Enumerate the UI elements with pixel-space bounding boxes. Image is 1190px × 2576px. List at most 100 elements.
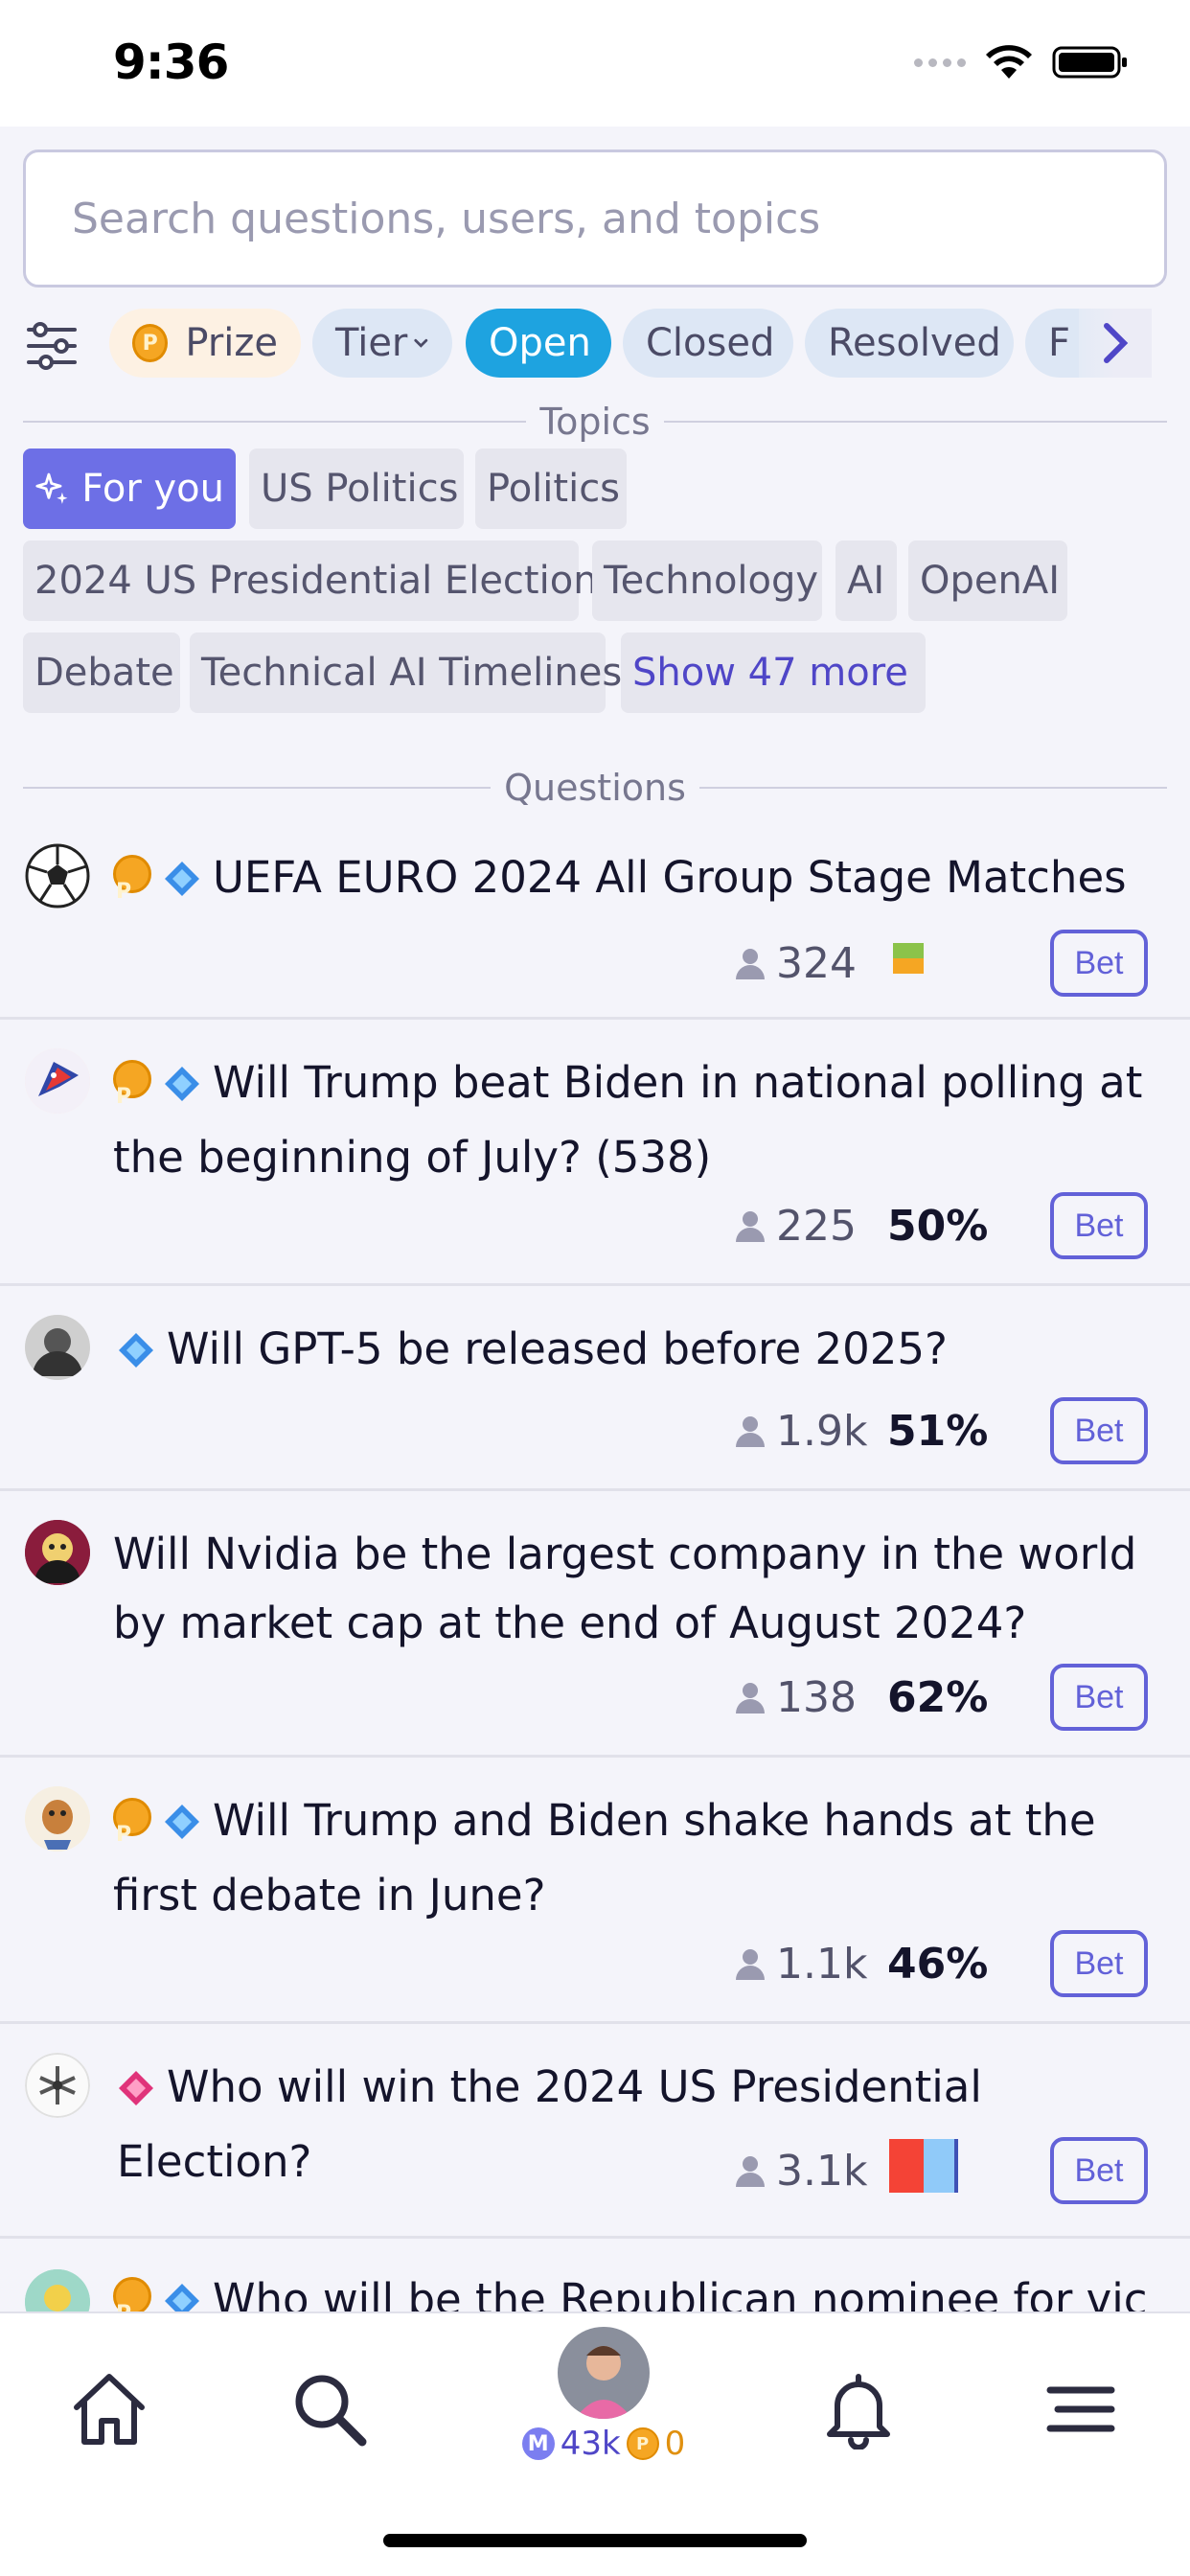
question-meta: 3.1k Bet [734, 2137, 1148, 2204]
topic-openai[interactable]: OpenAI [908, 540, 1067, 621]
question-title[interactable]: Will Nvidia be the largest company in th… [113, 1520, 1148, 1658]
question-meta: 1.9k 51% Bet [734, 1397, 1148, 1464]
nav-menu[interactable] [1033, 2361, 1129, 2457]
topic-us-politics[interactable]: US Politics [249, 448, 464, 529]
bet-button[interactable]: Bet [1050, 1192, 1148, 1259]
topic-2024-election[interactable]: 2024 US Presidential Election [23, 540, 598, 621]
question-row[interactable]: P Will Trump and Biden shake hands at the… [0, 1758, 1190, 2024]
multi-outcome-bar [887, 2137, 1041, 2205]
chevron-down-icon [414, 338, 428, 348]
trader-count: 1.1k [734, 1940, 887, 1989]
filter-chip-tier[interactable]: Tier [312, 309, 452, 378]
user-icon [736, 1416, 765, 1447]
question-title[interactable]: P UEFA EURO 2024 All Group Stage Matches [113, 843, 1148, 918]
bet-button[interactable]: Bet [1050, 1397, 1148, 1464]
trader-count: 225 [734, 1202, 887, 1251]
probability: 50% [887, 1201, 989, 1251]
trader-count: 138 [734, 1673, 887, 1722]
topic-technology[interactable]: Technology [592, 540, 822, 621]
user-icon [736, 1683, 765, 1714]
diamond-icon [163, 1792, 201, 1861]
question-row[interactable]: Who will win the 2024 US Presidential El… [0, 2024, 1190, 2239]
flag-avatar [25, 1048, 90, 1114]
filter-chip-resolved[interactable]: Resolved [805, 309, 1014, 378]
probability: 51% [887, 1406, 989, 1456]
user-avatar [25, 1520, 90, 1585]
topics-divider: Topics [23, 401, 1167, 443]
topic-politics[interactable]: Politics [475, 448, 627, 529]
probability: 46% [887, 1939, 989, 1989]
bet-button[interactable]: Bet [1050, 1930, 1148, 1997]
nav-home[interactable] [61, 2361, 157, 2457]
home-icon [74, 2374, 145, 2445]
filter-chip-closed[interactable]: Closed [623, 309, 793, 378]
prize-coin-icon: P [113, 855, 151, 904]
prize-coin-icon: P [113, 2277, 151, 2326]
question-meta: 324 Bet [734, 930, 1148, 997]
home-indicator [383, 2534, 807, 2547]
bet-button[interactable]: Bet [1050, 1664, 1148, 1731]
question-title[interactable]: P Will Trump beat Biden in national polli… [113, 1048, 1148, 1192]
cash-balance: 0 [664, 2425, 686, 2463]
filter-chip-open[interactable]: Open [466, 309, 611, 378]
balances: M 43k P 0 [489, 2425, 719, 2463]
bell-icon [827, 2374, 890, 2450]
question-title[interactable]: P Will Trump and Biden shake hands at the… [113, 1786, 1148, 1930]
trader-count: 324 [734, 939, 887, 988]
bet-button[interactable]: Bet [1050, 2137, 1148, 2204]
scroll-right-button[interactable] [1079, 309, 1152, 378]
search-icon [295, 2375, 367, 2447]
multi-outcome-bar [887, 939, 1041, 988]
diamond-icon [117, 1321, 155, 1390]
user-icon [736, 1211, 765, 1242]
prize-coin-icon: P [132, 324, 169, 362]
question-row[interactable]: Will Nvidia be the largest company in th… [0, 1491, 1190, 1758]
topic-debate[interactable]: Debate [23, 632, 180, 713]
prize-coin-icon: P [113, 1798, 151, 1847]
question-meta: 1.1k 46% Bet [734, 1930, 1148, 1997]
question-title[interactable]: Will GPT-5 be released before 2025? [117, 1315, 1148, 1390]
topic-ai[interactable]: AI [835, 540, 897, 621]
nav-notifications[interactable] [811, 2361, 906, 2457]
status-time: 9:36 [113, 34, 229, 90]
prize-coin-icon: P [113, 1060, 151, 1109]
nav-profile[interactable]: M 43k P 0 [489, 2327, 719, 2463]
probability: 62% [887, 1672, 989, 1722]
user-avatar [25, 2053, 90, 2118]
battery-icon [1052, 46, 1127, 79]
topics-heading: Topics [539, 401, 651, 443]
topic-for-you[interactable]: For you [23, 448, 236, 529]
status-icons [914, 44, 1129, 80]
questions-divider: Questions [23, 767, 1168, 809]
question-row[interactable]: P Will Trump beat Biden in national polli… [0, 1020, 1190, 1286]
user-avatar [25, 1786, 90, 1852]
prize-coin-icon: P [626, 2427, 659, 2460]
mana-icon: M [521, 2427, 555, 2460]
show-more-topics-button[interactable]: Show 47 more [621, 632, 926, 713]
search-bar[interactable] [23, 150, 1167, 288]
soccer-ball-avatar [25, 843, 90, 908]
topic-technical-ai-timelines[interactable]: Technical AI Timelines [190, 632, 622, 713]
user-icon [736, 949, 765, 979]
status-bar: 9:36 [0, 0, 1190, 126]
trader-count: 1.9k [734, 1407, 887, 1456]
filter-chip-prize[interactable]: P Prize [109, 309, 301, 378]
nav-search[interactable] [282, 2361, 378, 2457]
search-input[interactable] [26, 152, 1164, 285]
bet-button[interactable]: Bet [1050, 930, 1148, 997]
pink-diamond-icon [117, 2058, 155, 2128]
chevron-right-icon [1104, 323, 1129, 363]
user-avatar [25, 1315, 90, 1380]
signal-icon [914, 58, 966, 67]
filter-settings-icon[interactable] [25, 320, 79, 372]
filter-bar: P Prize Tier Open Closed Resolved F [0, 309, 1190, 383]
menu-icon [1046, 2386, 1115, 2432]
profile-avatar [558, 2327, 650, 2419]
question-row[interactable]: Will GPT-5 be released before 2025? 1.9k… [0, 1286, 1190, 1491]
question-meta: 225 50% Bet [734, 1192, 1148, 1259]
sparkles-icon [35, 472, 68, 504]
question-row[interactable]: P UEFA EURO 2024 All Group Stage Matches … [0, 822, 1190, 1020]
trader-count: 3.1k [734, 2147, 887, 2196]
questions-heading: Questions [504, 767, 686, 809]
user-icon [736, 1949, 765, 1980]
